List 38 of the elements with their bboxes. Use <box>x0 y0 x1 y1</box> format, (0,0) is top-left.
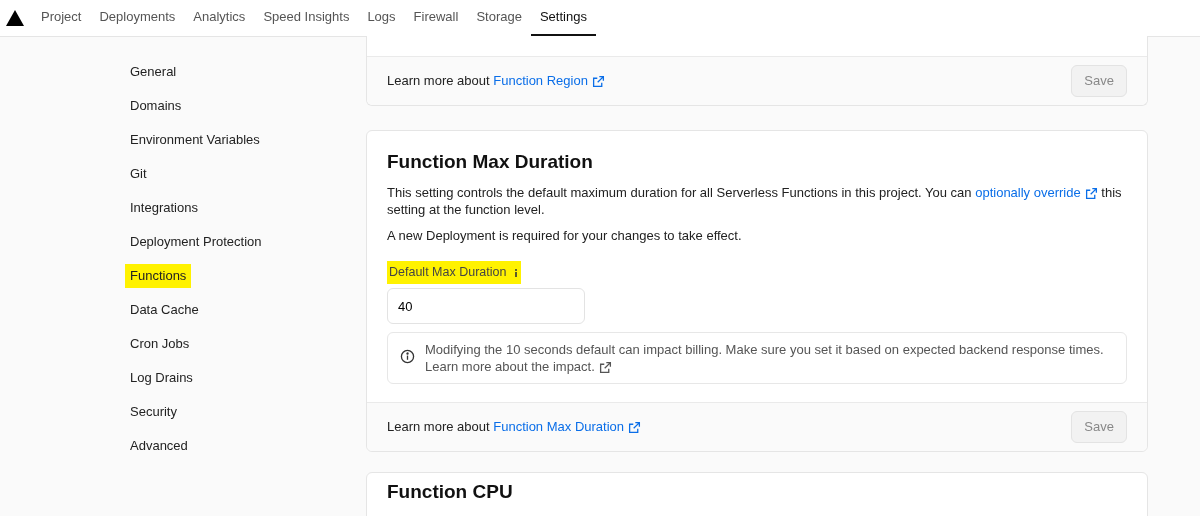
nav-tab[interactable]: Logs <box>358 0 405 36</box>
sidebar-item[interactable]: Data Cache <box>125 298 204 322</box>
nav-tab[interactable]: Deployments <box>90 0 185 36</box>
footer-link[interactable]: Function Region <box>493 73 605 89</box>
nav-tab[interactable]: Project <box>32 0 91 36</box>
override-link[interactable]: optionally override <box>975 184 1098 200</box>
info-text: Modifying the 10 seconds default can impact billing. Make sure you set it based on expected backend response times. Learn more about the impact. <box>425 341 1105 376</box>
sidebar-item[interactable]: Security <box>125 400 182 424</box>
sidebar-item[interactable]: Environment Variables <box>125 128 265 152</box>
external-link-icon <box>591 75 605 89</box>
footer-text: Learn more about Function Region <box>387 71 605 91</box>
sidebar-item[interactable]: Deployment Protection <box>125 230 267 254</box>
duration-input[interactable]: 40 <box>387 288 585 325</box>
sidebar-item[interactable]: Cron Jobs <box>125 332 195 356</box>
sidebar-item[interactable]: General <box>125 60 182 84</box>
info-icon <box>400 349 415 365</box>
sidebar-item[interactable]: Functions <box>125 264 192 288</box>
field-label: Default Max Duration <box>387 261 522 285</box>
footer-link[interactable]: Function Max Duration <box>493 419 641 435</box>
nav-tab[interactable]: Storage <box>467 0 531 36</box>
footer-text: Learn more about Function Max Duration <box>387 417 641 437</box>
info-icon <box>514 269 519 277</box>
description-text: This setting controls the default maximum duration for all Serverless Functions in this project. You can optionally override this setting at the function level. <box>387 183 1123 218</box>
sidebar-item[interactable]: Git <box>125 162 152 186</box>
impact-link[interactable]: Learn more about the impact. <box>425 359 612 375</box>
sidebar-item[interactable]: Log Drains <box>125 366 198 390</box>
nav-tab[interactable]: Analytics <box>184 0 255 36</box>
nav-tab[interactable]: Speed Insights <box>254 0 359 36</box>
note-text: A new Deployment is required for your changes to take effect. <box>387 226 743 245</box>
sidebar-item[interactable]: Domains <box>125 94 187 118</box>
nav-tab[interactable]: Firewall <box>404 0 468 36</box>
sidebar-item[interactable]: Integrations <box>125 196 203 220</box>
external-link-icon <box>1084 186 1098 200</box>
card-title: Function Max Duration <box>387 151 594 174</box>
external-link-icon <box>598 361 612 375</box>
sidebar-item[interactable]: Advanced <box>125 434 193 458</box>
external-link-icon <box>628 421 641 435</box>
card-title: Function CPU <box>387 481 514 504</box>
